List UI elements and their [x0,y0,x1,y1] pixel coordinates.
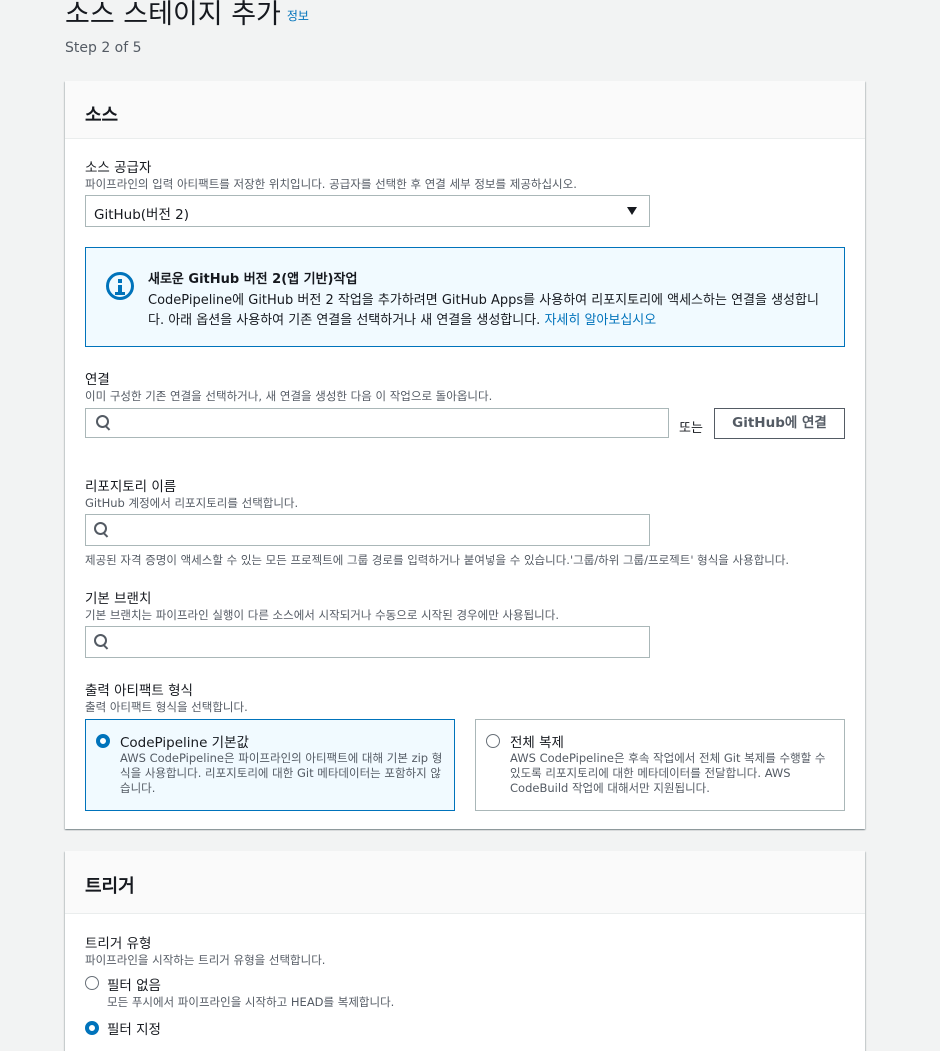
branch-search-input[interactable] [85,626,650,658]
radio-specify-filter[interactable] [85,1021,99,1035]
search-icon [94,634,109,650]
source-provider-label: 소스 공급자 [85,160,152,176]
info-link[interactable]: 정보 [287,9,309,23]
connect-github-button[interactable]: GitHub에 연결 [714,408,845,439]
artifact-option-default-description: AWS CodePipeline은 파이프라인의 아티팩트에 대해 기본 zip… [120,751,443,795]
or-text: 또는 [679,421,703,436]
artifact-option-default[interactable]: CodePipeline 기본값 AWS CodePipeline은 파이프라인… [85,719,455,811]
page-title: 소스 스테이지 추가 [65,0,281,30]
connection-description: 이미 구성한 기존 연결을 선택하거나, 새 연결을 생성한 다음 이 작업으로… [85,389,493,403]
radio-default[interactable] [96,734,110,748]
source-provider-selected: GitHub(버전 2) [94,207,190,223]
source-panel-title: 소스 [65,81,865,139]
trigger-option-no-filter[interactable]: 필터 없음 [107,974,161,994]
caret-down-icon [627,207,637,215]
repository-label: 리포지토리 이름 [85,479,177,495]
artifact-option-default-title: CodePipeline 기본값 [120,735,249,751]
alert-title: 새로운 GitHub 버전 2(앱 기반)작업 [148,272,358,287]
artifact-option-full-clone-title: 전체 복제 [510,735,564,751]
branch-description: 기본 브랜치는 파이프라인 실행이 다른 소스에서 시작되거나 수동으로 시작된… [85,608,559,622]
search-icon [96,415,111,431]
info-icon [106,272,134,300]
step-indicator: Step 2 of 5 [65,40,142,56]
trigger-panel: 트리거 트리거 유형 파이프라인을 시작하는 트리거 유형을 선택합니다. 필터… [65,851,865,1051]
artifact-option-full-clone[interactable]: 전체 복제 AWS CodePipeline은 후속 작업에서 전체 Git 복… [475,719,845,811]
search-icon [94,522,109,538]
learn-more-link[interactable]: 자세히 알아보십시오 [544,313,656,328]
alert-text: CodePipeline에 GitHub 버전 2 작업을 추가하려면 GitH… [148,291,824,331]
repository-search-input[interactable] [85,514,650,546]
connection-label: 연결 [85,372,110,388]
artifact-format-description: 출력 아티팩트 형식을 선택합니다. [85,700,248,714]
source-provider-select[interactable]: GitHub(버전 2) [85,195,650,227]
trigger-option-specify-filter[interactable]: 필터 지정 [107,1018,161,1038]
artifact-format-label: 출력 아티팩트 형식 [85,683,193,699]
artifact-option-full-clone-description: AWS CodePipeline은 후속 작업에서 전체 Git 복제를 수행할… [510,751,826,795]
branch-label: 기본 브랜치 [85,591,152,607]
trigger-type-label: 트리거 유형 [85,936,152,952]
repository-description: GitHub 계정에서 리포지토리를 선택합니다. [85,496,299,510]
info-alert: 새로운 GitHub 버전 2(앱 기반)작업 CodePipeline에 Gi… [85,247,845,347]
radio-full-clone[interactable] [486,734,500,748]
trigger-option-no-filter-description: 모든 푸시에서 파이프라인을 시작하고 HEAD를 복제합니다. [107,995,395,1009]
source-provider-description: 파이프라인의 입력 아티팩트를 저장한 위치입니다. 공급자를 선택한 후 연결… [85,177,577,191]
repository-hint: 제공된 자격 증명이 액세스할 수 있는 모든 프로젝트에 그룹 경로를 입력하… [85,553,790,567]
trigger-panel-title: 트리거 [65,851,865,914]
radio-no-filter[interactable] [85,976,99,990]
source-panel: 소스 소스 공급자 파이프라인의 입력 아티팩트를 저장한 위치입니다. 공급자… [65,81,865,829]
trigger-type-description: 파이프라인을 시작하는 트리거 유형을 선택합니다. [85,953,326,967]
alert-body: CodePipeline에 GitHub 버전 2 작업을 추가하려면 GitH… [148,293,819,328]
connection-search-input[interactable] [85,408,669,438]
page-header: 소스 스테이지 추가 정보 [65,0,309,30]
